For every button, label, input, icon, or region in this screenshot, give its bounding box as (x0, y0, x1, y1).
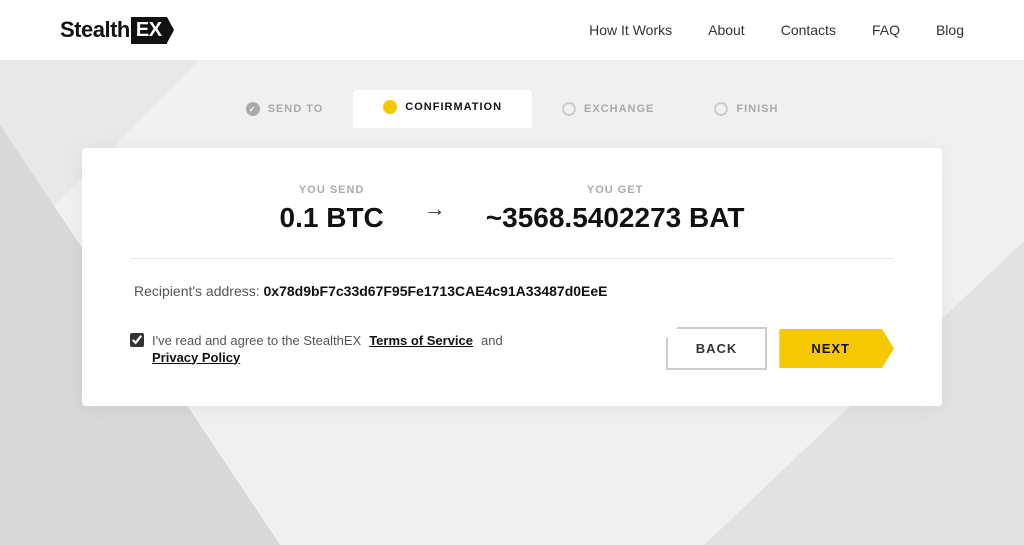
terms-checkbox-line: I've read and agree to the StealthEX Ter… (130, 333, 503, 348)
recipient-label: Recipient's address: (134, 283, 260, 299)
recipient-address: 0x78d9bF7c33d67F95Fe1713CAE4c91A33487d0E… (264, 283, 608, 299)
privacy-policy-link[interactable]: Privacy Policy (152, 350, 503, 365)
exchange-summary: YOU SEND 0.1 BTC → YOU GET ~3568.5402273… (130, 184, 894, 259)
nav-faq[interactable]: FAQ (872, 22, 900, 38)
logo-highlight: EX (131, 17, 167, 44)
send-side: YOU SEND 0.1 BTC (280, 184, 384, 234)
terms-checkbox[interactable] (130, 333, 144, 347)
step-label-confirmation: CONFIRMATION (405, 101, 502, 113)
step-dot-finish (714, 102, 728, 116)
main-nav: How It Works About Contacts FAQ Blog (589, 22, 964, 38)
terms-checkbox-area: I've read and agree to the StealthEX Ter… (130, 333, 503, 365)
checkbox-mid-text: and (481, 333, 503, 348)
you-send-label: YOU SEND (280, 184, 384, 196)
site-header: StealthEX How It Works About Contacts FA… (0, 0, 1024, 60)
you-send-amount: 0.1 BTC (280, 202, 384, 234)
back-button[interactable]: BACK (666, 327, 768, 370)
nav-blog[interactable]: Blog (936, 22, 964, 38)
arrow-icon: → (424, 196, 446, 222)
step-label-send-to: SEND TO (268, 103, 324, 115)
get-side: YOU GET ~3568.5402273 BAT (486, 184, 745, 234)
progress-steps: SEND TO CONFIRMATION EXCHANGE FINISH (60, 90, 964, 128)
checkbox-pre-text: I've read and agree to the StealthEX (152, 333, 361, 348)
step-dot-exchange (562, 102, 576, 116)
logo[interactable]: StealthEX (60, 17, 167, 44)
nav-about[interactable]: About (708, 22, 745, 38)
logo-text: Stealth (60, 17, 130, 43)
step-finish: FINISH (684, 92, 808, 126)
step-exchange: EXCHANGE (532, 92, 684, 126)
step-label-exchange: EXCHANGE (584, 103, 654, 115)
step-label-finish: FINISH (736, 103, 778, 115)
step-dot-confirmation (383, 100, 397, 114)
confirmation-card: YOU SEND 0.1 BTC → YOU GET ~3568.5402273… (82, 148, 942, 406)
step-dot-send-to (246, 102, 260, 116)
nav-how-it-works[interactable]: How It Works (589, 22, 672, 38)
you-get-label: YOU GET (486, 184, 745, 196)
step-confirmation: CONFIRMATION (353, 90, 532, 128)
step-send-to: SEND TO (216, 92, 354, 126)
actions-row: I've read and agree to the StealthEX Ter… (130, 327, 894, 370)
next-button[interactable]: NEXT (779, 329, 894, 368)
nav-contacts[interactable]: Contacts (781, 22, 836, 38)
action-buttons: BACK NEXT (666, 327, 894, 370)
recipient-row: Recipient's address: 0x78d9bF7c33d67F95F… (130, 283, 894, 299)
main-content: SEND TO CONFIRMATION EXCHANGE FINISH YOU… (0, 60, 1024, 436)
terms-of-service-link[interactable]: Terms of Service (369, 333, 473, 348)
you-get-amount: ~3568.5402273 BAT (486, 202, 745, 234)
